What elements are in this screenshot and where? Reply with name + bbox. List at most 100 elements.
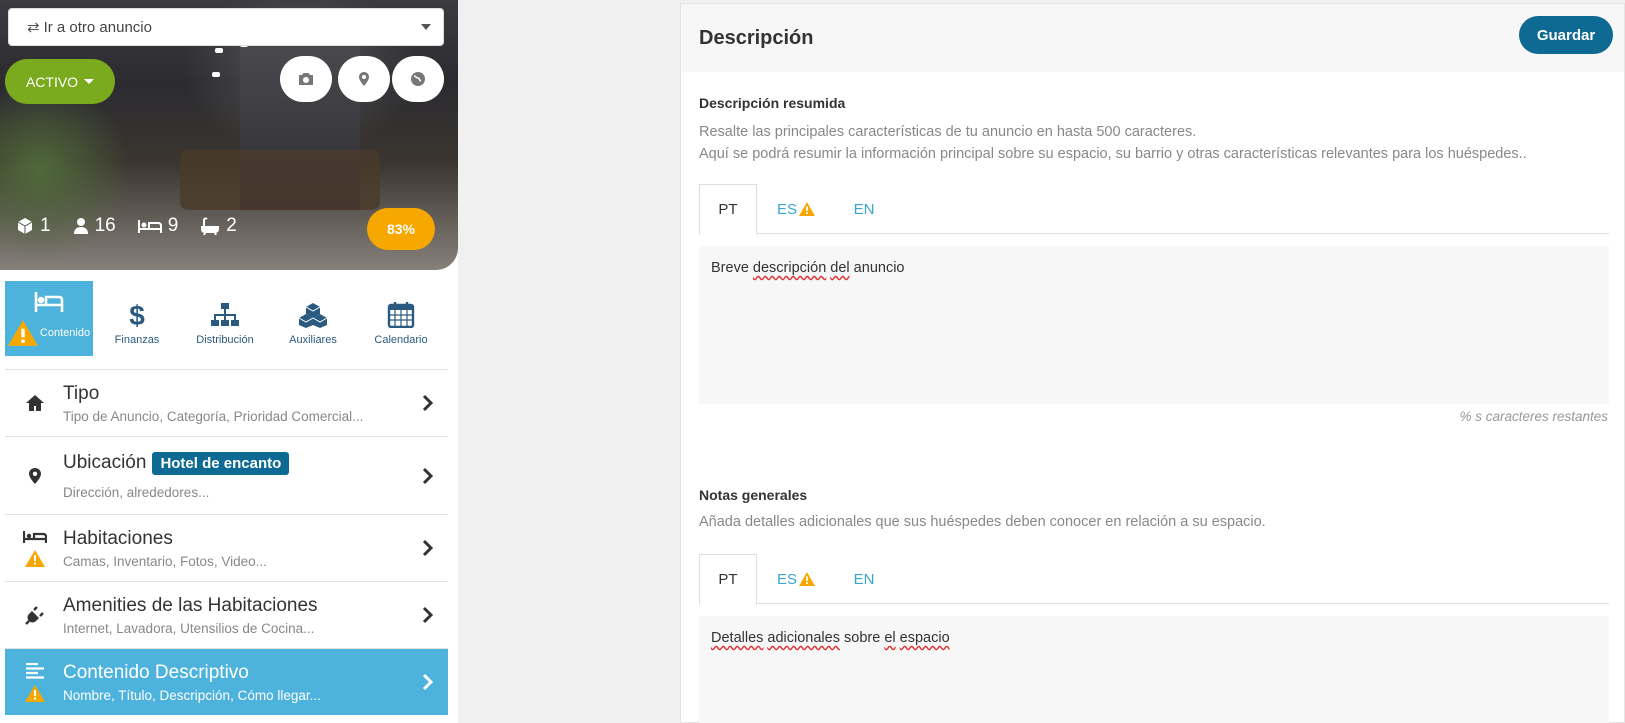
beds-stat: 9 xyxy=(137,215,179,237)
notes-hint: Añada detalles adicionales que sus huésp… xyxy=(699,514,1266,530)
description-panel: Descripción Guardar Descripción resumida… xyxy=(680,3,1625,723)
status-dropdown-button[interactable]: ACTIVO xyxy=(5,59,115,104)
warning-icon xyxy=(25,549,45,567)
tab-label: Contenido xyxy=(39,327,91,339)
warning-icon xyxy=(7,320,38,346)
cubes-icon xyxy=(298,303,328,328)
summary-hint-line1: Resalte las principales características … xyxy=(699,124,1197,140)
menu-item-tipo[interactable]: Tipo Tipo de Anuncio, Categoría, Priorid… xyxy=(5,369,448,436)
tab-en[interactable]: EN xyxy=(835,184,893,234)
calendar-icon xyxy=(387,302,415,328)
camera-icon xyxy=(299,73,313,85)
summary-hint: Resalte las principales características … xyxy=(699,121,1527,165)
tab-es[interactable]: ES xyxy=(767,184,825,234)
menu-item-habitaciones[interactable]: Habitaciones Camas, Inventario, Fotos, V… xyxy=(5,514,448,581)
chevron-right-icon xyxy=(422,467,434,484)
exchange-icon: ⇄ xyxy=(27,19,40,36)
chevron-right-icon xyxy=(422,539,434,557)
menu-item-subtitle: Internet, Lavadora, Utensilios de Cocina… xyxy=(63,620,315,636)
summary-title: Descripción resumida xyxy=(699,95,846,111)
svg-text:$: $ xyxy=(129,302,145,328)
chevron-right-icon xyxy=(422,606,434,624)
listing-stats: 1 16 9 2 xyxy=(16,215,237,237)
dollar-icon: $ xyxy=(129,302,145,328)
tab-contenido[interactable]: Contenido xyxy=(5,281,93,356)
user-icon xyxy=(73,218,88,234)
align-left-icon xyxy=(26,662,44,679)
menu-item-title: Habitaciones xyxy=(63,527,173,549)
map-pin-icon xyxy=(29,467,41,484)
summary-hint-line2: Aquí se podrá resumir la información pri… xyxy=(699,146,1527,162)
baths-count: 2 xyxy=(226,215,237,236)
save-button[interactable]: Guardar xyxy=(1519,16,1613,54)
tab-es-label: ES xyxy=(776,570,797,588)
chevron-right-icon xyxy=(422,673,434,691)
bed-icon xyxy=(137,220,162,233)
cube-icon xyxy=(17,218,33,234)
tab-distribucion[interactable]: Distribución xyxy=(181,281,269,356)
menu-item-title: Ubicación xyxy=(63,452,147,473)
website-button[interactable] xyxy=(392,56,444,102)
menu-item-title: Contenido Descriptivo xyxy=(63,661,249,683)
tab-calendario[interactable]: Calendario xyxy=(357,281,445,356)
tab-label: Finanzas xyxy=(114,334,160,346)
notes-textarea[interactable]: Detalles adicionales sobre el espacio xyxy=(699,616,1609,723)
chevron-right-icon xyxy=(422,394,434,412)
status-label: ACTIVO xyxy=(25,73,79,90)
notes-language-tabs: PT ES EN xyxy=(699,554,1609,605)
tab-en[interactable]: EN xyxy=(835,554,893,604)
listing-sidebar: ⇄ Ir a otro anuncio ACTIVO 1 16 9 2 83% … xyxy=(0,0,458,723)
category-badge: Hotel de encanto xyxy=(152,451,290,475)
beds-count: 9 xyxy=(167,215,179,236)
guests-stat: 16 xyxy=(73,215,116,237)
page-title: Descripción xyxy=(699,27,814,49)
warning-icon xyxy=(799,572,815,586)
tab-auxiliares[interactable]: Auxiliares xyxy=(269,281,357,356)
completion-badge: 83% xyxy=(367,208,435,250)
globe-icon xyxy=(411,72,425,86)
summary-textarea[interactable]: Breve descripción del anuncio xyxy=(699,246,1609,404)
chevron-down-icon xyxy=(421,24,431,30)
photos-button[interactable] xyxy=(280,56,332,102)
tab-pt[interactable]: PT xyxy=(699,184,757,235)
menu-item-subtitle: Dirección, alrededores... xyxy=(63,484,210,500)
map-pin-icon xyxy=(359,72,369,86)
home-icon xyxy=(26,395,44,411)
menu-item-contenido-descriptivo[interactable]: Contenido Descriptivo Nombre, Título, De… xyxy=(5,648,448,715)
bath-icon xyxy=(201,217,220,235)
tab-label: Calendario xyxy=(374,334,428,346)
warning-icon xyxy=(799,202,815,216)
tab-es[interactable]: ES xyxy=(767,554,825,604)
tab-label: Auxiliares xyxy=(289,334,337,346)
menu-item-amenities[interactable]: Amenities de las Habitaciones Internet, … xyxy=(5,581,448,648)
bed-icon xyxy=(23,530,47,543)
location-button[interactable] xyxy=(338,56,390,102)
menu-item-subtitle: Nombre, Título, Descripción, Cómo llegar… xyxy=(63,687,321,703)
notes-title: Notas generales xyxy=(699,487,808,503)
sitemap-icon xyxy=(211,303,239,326)
tab-label: Distribución xyxy=(196,334,254,346)
listing-cover-photo: ⇄ Ir a otro anuncio ACTIVO 1 16 9 2 83% xyxy=(0,0,458,270)
summary-language-tabs: PT ES EN xyxy=(699,184,1609,235)
units-count: 1 xyxy=(40,215,51,236)
listing-selector-label: Ir a otro anuncio xyxy=(43,18,152,36)
content-menu: Tipo Tipo de Anuncio, Categoría, Priorid… xyxy=(5,369,448,715)
menu-item-title: Tipo xyxy=(63,382,100,404)
menu-item-title: Amenities de las Habitaciones xyxy=(63,594,318,616)
guests-count: 16 xyxy=(94,215,116,236)
menu-item-ubicacion[interactable]: Ubicación Hotel de encanto Dirección, al… xyxy=(5,436,448,514)
units-stat: 1 xyxy=(16,215,51,237)
tab-es-label: ES xyxy=(776,200,797,218)
menu-item-subtitle: Camas, Inventario, Fotos, Video... xyxy=(63,553,267,569)
warning-icon xyxy=(25,684,45,702)
tab-finanzas[interactable]: $ Finanzas xyxy=(93,281,181,356)
tab-pt[interactable]: PT xyxy=(699,554,757,605)
baths-stat: 2 xyxy=(200,215,237,237)
caret-down-icon xyxy=(84,79,95,84)
panel-header: Descripción Guardar xyxy=(681,4,1624,72)
characters-remaining: % s caracteres restantes xyxy=(1459,409,1608,424)
bed-icon xyxy=(34,292,64,312)
listing-tabs: Contenido $ Finanzas Distribución Auxili… xyxy=(5,281,448,356)
listing-selector[interactable]: ⇄ Ir a otro anuncio xyxy=(8,8,444,46)
menu-item-subtitle: Tipo de Anuncio, Categoría, Prioridad Co… xyxy=(63,408,364,424)
